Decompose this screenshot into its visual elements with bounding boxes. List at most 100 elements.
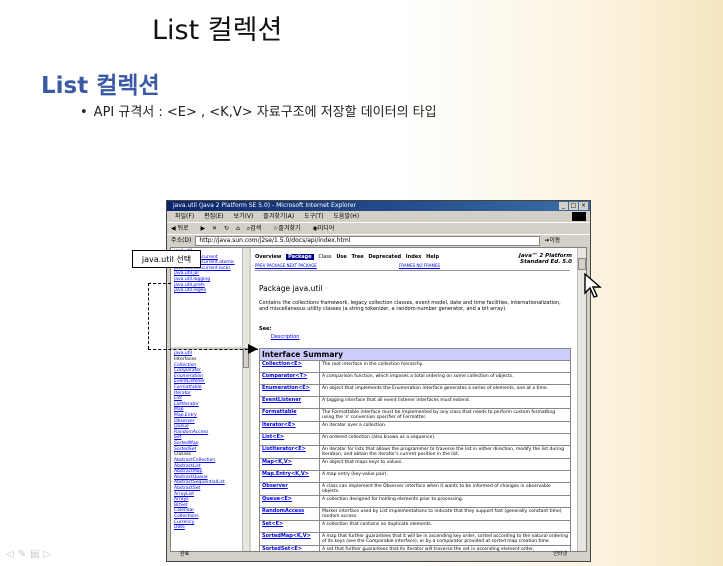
slide-title: List 컬렉션 [152, 15, 283, 46]
search-button[interactable]: ⌕검색 [247, 225, 266, 232]
favorites-label: 즐겨찾기 [278, 225, 301, 232]
interface-description: The root interface in the collection hie… [319, 360, 571, 373]
classes-list: java.util Interfaces Collection Comparato… [171, 350, 249, 532]
doc-navbar: Overview Package Class Use Tree Deprecat… [255, 254, 442, 260]
nav-help[interactable]: Help [426, 254, 439, 260]
prev-slide-icon[interactable]: ◁ [6, 549, 18, 560]
interface-description: A class can implement the Observer inter… [319, 482, 571, 496]
go-button[interactable]: ➜이동 [544, 235, 560, 246]
interface-name-link[interactable]: SortedMap<K,V> [259, 532, 320, 546]
interface-name-link[interactable]: Enumeration<E> [259, 384, 320, 397]
nav-overview[interactable]: Overview [255, 254, 281, 260]
package-link[interactable]: java.util.regex [174, 288, 246, 294]
address-field[interactable]: http://java.sun.com/j2se/1.5.0/docs/api/… [195, 235, 541, 246]
interface-description: A tagging interface that all event liste… [319, 396, 571, 409]
address-bar: 주소(D) http://java.sun.com/j2se/1.5.0/doc… [167, 234, 590, 246]
interface-name-link[interactable]: RandomAccess [259, 507, 320, 521]
slide-heading: List 컬렉션 [41, 73, 160, 99]
description-link[interactable]: Description [271, 334, 299, 340]
menu-help[interactable]: 도움말(H) [333, 213, 359, 220]
media-button[interactable]: ◉미디어 [312, 225, 339, 232]
interface-description: A map entry (key-value pair). [319, 470, 571, 483]
menu-bar: 파일(F) 편집(E) 보기(V) 즐겨찾기(A) 도구(T) 도움말(H) [167, 211, 590, 222]
menu-edit[interactable]: 편집(E) [204, 213, 224, 220]
table-row: Map.Entry<K,V> A map entry (key-value pai… [259, 470, 571, 483]
interface-name-link[interactable]: Formattable [259, 408, 320, 422]
interface-description: An iterator over a collection. [319, 421, 571, 434]
menu-view[interactable]: 보기(V) [234, 213, 254, 220]
search-label: 검색 [250, 225, 262, 232]
window-titlebar[interactable]: java.util (Java 2 Platform SE 5.0) - Mic… [167, 201, 590, 211]
class-link[interactable]: Date [174, 525, 246, 531]
nav-deprecated[interactable]: Deprecated [368, 254, 401, 260]
interface-name-link[interactable]: Comparator<T> [259, 372, 320, 385]
interface-description: A comparison function, which imposes a t… [319, 372, 571, 385]
left-scrollbar[interactable] [242, 248, 249, 551]
package-title: Package java.util [259, 284, 323, 293]
interface-name-link[interactable]: Observer [259, 482, 320, 496]
see-label: See: [259, 326, 272, 332]
interface-name-link[interactable]: List<E> [259, 433, 320, 446]
table-row: Enumeration<E> An object that implements … [259, 384, 571, 397]
menu-file[interactable]: 파일(F) [175, 213, 194, 220]
menu-favorites[interactable]: 즐겨찾기(A) [263, 213, 294, 220]
toolbar: ◀ 뒤로 ▶ ✕ ↻ ⌂ ⌕검색 ☆즐겨찾기 ◉미디어 [167, 222, 590, 234]
status-text: 완료 [180, 551, 190, 557]
interface-name-link[interactable]: Set<E> [259, 520, 320, 533]
table-row: EventListener A tagging interface that al… [259, 396, 571, 409]
stop-icon[interactable]: ✕ [212, 225, 217, 232]
menu-icon[interactable]: ▤ [30, 549, 43, 560]
status-bar: 완료 인터넷 [170, 550, 585, 559]
table-row: List<E> An ordered collection (also known… [259, 433, 571, 446]
platform-label: Java™ 2 Platform Standard Ed. 5.0 [502, 253, 572, 265]
interface-description: The Formattable interface must be implem… [319, 408, 571, 422]
home-icon[interactable]: ⌂ [236, 225, 240, 232]
back-button[interactable]: ◀ 뒤로 [171, 225, 194, 232]
table-row: Iterator<E> An iterator over a collection… [259, 421, 571, 434]
pen-icon[interactable]: ✎ [18, 549, 30, 560]
table-row: Map<K,V> An object that maps keys to valu… [259, 458, 571, 471]
bullet-dot-icon: • [80, 105, 88, 120]
minimize-icon[interactable]: _ [559, 202, 568, 210]
page-content: java.util java.util.concurrent java.util… [170, 247, 587, 552]
nav-index[interactable]: Index [406, 254, 422, 260]
table-row: SortedMap<K,V> A map that further guarant… [259, 532, 571, 546]
nav-package[interactable]: Package [286, 254, 314, 260]
interface-summary-table: Interface Summary Collection<E> The root … [259, 348, 571, 551]
interface-name-link[interactable]: Iterator<E> [259, 421, 320, 434]
prev-next-links[interactable]: PREV PACKAGE NEXT PACKAGE [255, 263, 317, 268]
refresh-icon[interactable]: ↻ [224, 225, 229, 232]
divider [255, 270, 570, 271]
slide-navigation[interactable]: ◁✎▤▷ [6, 549, 55, 560]
interface-name-link[interactable]: Queue<E> [259, 495, 320, 508]
interface-name-link[interactable]: Map<K,V> [259, 458, 320, 471]
interface-name-link[interactable]: ListIterator<E> [259, 445, 320, 459]
bullet-item: • API 규격서 : <E> , <K,V> 자료구조에 저장할 데이터의 타입 [80, 101, 437, 120]
table-row: Formattable The Formattable interface mus… [259, 408, 571, 422]
callout-box: java.util 선택 [132, 250, 201, 268]
interface-name-link[interactable]: Map.Entry<K,V> [259, 470, 320, 483]
interface-name-link[interactable]: Collection<E> [259, 360, 320, 373]
interface-description: An object that implements the Enumeratio… [319, 384, 571, 397]
scroll-thumb[interactable] [578, 258, 586, 270]
interface-name-link[interactable]: EventListener [259, 396, 320, 409]
close-icon[interactable]: × [579, 202, 588, 210]
mouse-cursor-icon [584, 273, 602, 298]
next-slide-icon[interactable]: ▷ [44, 549, 56, 560]
table-row: Observer A class can implement the Observ… [259, 482, 571, 496]
menu-tools[interactable]: 도구(T) [304, 213, 323, 220]
favorites-button[interactable]: ☆즐겨찾기 [273, 225, 305, 232]
media-label: 미디어 [317, 225, 335, 232]
table-row: Collection<E> The root interface in the c… [259, 360, 571, 373]
nav-tree[interactable]: Tree [352, 254, 364, 260]
forward-icon[interactable]: ▶ [201, 225, 206, 232]
interface-description: A collection designed for holding elemen… [319, 495, 571, 508]
frames-links[interactable]: FRAMES NO FRAMES [399, 263, 440, 268]
interface-description: A collection that contains no duplicate … [319, 520, 571, 533]
arrow-icon [248, 344, 258, 354]
nav-use[interactable]: Use [336, 254, 346, 260]
nav-class[interactable]: Class [318, 254, 331, 260]
table-row: Comparator<T> A comparison function, whic… [259, 372, 571, 385]
callout-connector [148, 349, 258, 350]
maximize-icon[interactable]: □ [569, 202, 578, 210]
